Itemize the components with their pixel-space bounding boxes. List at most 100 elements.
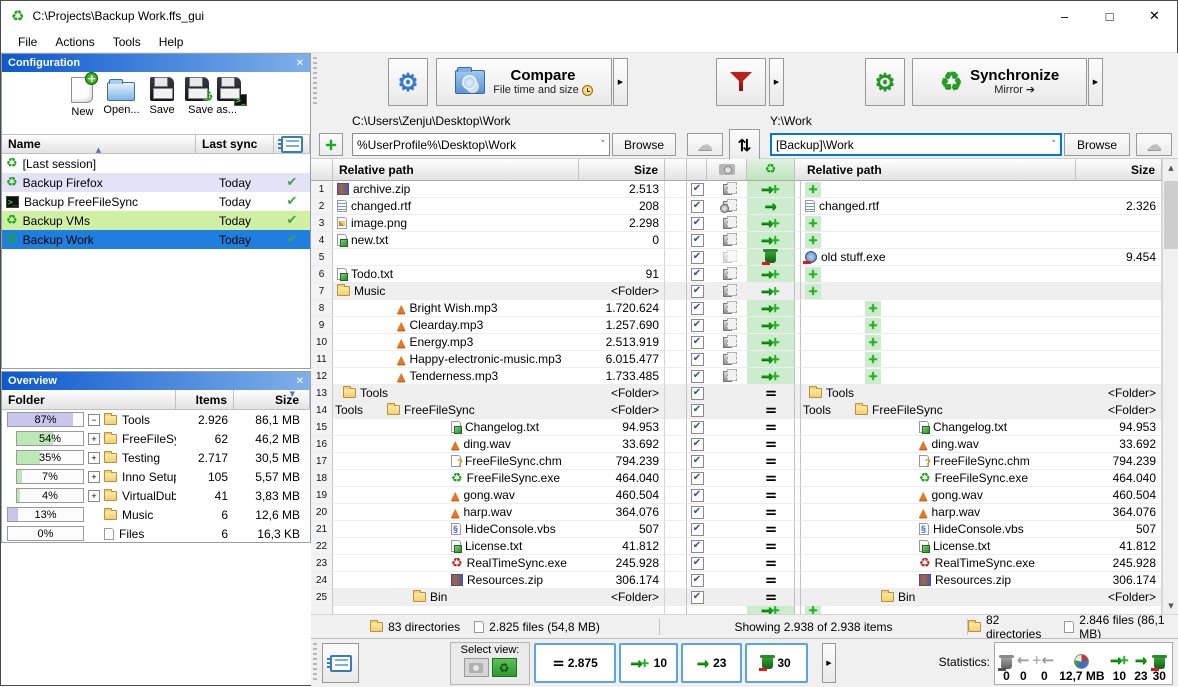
include-checkbox-cell[interactable]: ✔ [687,453,707,470]
grid-row[interactable]: 21HideConsole.vbs507✔=HideConsole.vbs507 [311,521,1178,538]
left-name-cell[interactable]: Music [333,283,579,300]
left-size-cell[interactable]: 208 [579,198,665,215]
left-name-cell[interactable]: ▲Clearday.mp3 [333,317,579,334]
include-checkbox-cell[interactable]: ✔ [687,521,707,538]
include-checkbox-cell[interactable]: ✔ [687,436,707,453]
right-folder-combo[interactable]: [Backup]\Work ˅ [770,133,1062,156]
include-checkbox[interactable]: ✔ [691,302,704,315]
scroll-down-icon[interactable]: ▼ [1163,597,1178,614]
left-name-cell[interactable] [333,249,579,266]
bottombar-gripper[interactable] [313,643,317,683]
minimize-button[interactable]: – [1042,1,1087,31]
overview-row[interactable]: 4%+VirtualDub413,83 MB [2,486,310,505]
expander-toggle[interactable]: + [88,433,100,445]
sync-action-cell[interactable]: →+ [747,215,795,232]
filter-button[interactable] [716,58,766,106]
grid-row[interactable]: 23♻RealTimeSync.exe245.928✔=♻RealTimeSyn… [311,555,1178,572]
left-size-cell[interactable]: <Folder> [579,589,665,606]
expander-toggle[interactable]: − [88,414,100,426]
filter-dropdown-arrow[interactable]: ▶ [769,58,784,106]
include-checkbox[interactable]: ✔ [691,319,704,332]
left-size-cell[interactable]: 364.076 [579,504,665,521]
expander-toggle[interactable]: + [88,452,100,464]
close-panel-icon[interactable]: ✕ [296,376,304,387]
left-name-cell[interactable]: ▲Tenderness.mp3 [333,368,579,385]
left-name-cell[interactable]: ♻FreeFileSync.exe [333,470,579,487]
right-name-cell[interactable]: + [801,266,1076,283]
right-relative-path-header[interactable]: Relative path [801,159,1076,181]
left-name-cell[interactable]: Bin [333,589,579,606]
include-checkbox[interactable]: ✔ [691,591,704,604]
sync-action-cell[interactable]: = [747,453,795,470]
left-size-cell[interactable]: 2.513 [579,181,665,198]
include-checkbox[interactable]: ✔ [691,217,704,230]
save-config-button[interactable]: Save [150,77,175,116]
include-checkbox-cell[interactable]: ✔ [687,538,707,555]
right-browse-button[interactable]: Browse [1064,133,1130,156]
right-size-cell[interactable] [1076,283,1162,300]
sync-action-cell[interactable]: = [747,589,795,606]
include-checkbox[interactable]: ✔ [691,421,704,434]
column-header-log[interactable] [274,135,310,154]
grid-row[interactable]: 4new.txt0✔→++ [311,232,1178,249]
left-size-cell[interactable]: 2.298 [579,215,665,232]
scroll-up-icon[interactable]: ▲ [1163,159,1178,176]
include-checkbox[interactable]: ✔ [691,523,704,536]
left-size-cell[interactable]: 94.953 [579,419,665,436]
view-toggle-eq[interactable]: =2.875 [534,643,616,683]
left-size-cell[interactable]: <Folder> [579,402,665,419]
right-name-cell[interactable]: License.txt [801,538,1076,555]
include-checkbox[interactable]: ✔ [691,489,704,502]
left-name-cell[interactable]: Todo.txt [333,266,579,283]
include-checkbox[interactable]: ✔ [691,438,704,451]
right-size-cell[interactable]: 507 [1076,521,1162,538]
left-size-cell[interactable]: 460.504 [579,487,665,504]
view-toggle-trash[interactable]: 30 [745,643,808,683]
include-checkbox-cell[interactable]: ✔ [687,589,707,606]
sync-action-cell[interactable]: →+ [747,266,795,283]
left-name-cell[interactable]: ♻RealTimeSync.exe [333,555,579,572]
include-checkbox[interactable]: ✔ [691,268,704,281]
config-row[interactable]: >_Backup FreeFileSyncToday✔ [2,192,310,211]
sync-action-cell[interactable]: →+ [747,317,795,334]
right-size-cell[interactable] [1076,368,1162,385]
grid-row[interactable]: 16▲ding.wav33.692✔=▲ding.wav33.692 [311,436,1178,453]
include-checkbox-cell[interactable]: ✔ [687,198,707,215]
include-checkbox-cell[interactable]: ✔ [687,232,707,249]
include-checkbox[interactable]: ✔ [691,472,704,485]
column-header-last-sync[interactable]: Last sync [196,135,274,154]
sync-action-cell[interactable]: →+ [747,606,795,614]
left-relative-path-header[interactable]: Relative path [333,159,579,181]
left-name-cell[interactable]: ▲Happy-electronic-music.mp3 [333,351,579,368]
right-name-cell[interactable]: Bin [801,589,1076,606]
column-header-name[interactable]: Name▲ [2,135,196,154]
right-cloud-button[interactable]: ☁ [1136,133,1172,156]
left-name-cell[interactable]: ToolsFreeFileSync [333,402,579,419]
right-name-cell[interactable]: + [801,351,1076,368]
right-size-cell[interactable]: 464.040 [1076,470,1162,487]
left-name-cell[interactable]: ▲harp.wav [333,504,579,521]
right-size-cell[interactable]: 245.928 [1076,555,1162,572]
left-size-cell[interactable]: 1.720.624 [579,300,665,317]
view-toggle-arrow[interactable]: →23 [681,643,742,683]
include-checkbox-cell[interactable]: ✔ [687,351,707,368]
synchronize-button[interactable]: ♻ Synchronize Mirror➔ [912,58,1087,106]
right-name-cell[interactable]: + [801,317,1076,334]
include-checkbox-cell[interactable]: ✔ [687,317,707,334]
add-folder-pair-button[interactable]: + [319,133,343,156]
maximize-button[interactable]: □ [1087,1,1132,31]
preview-column-header[interactable] [707,159,747,181]
vertical-scrollbar[interactable]: ▲ ▼ [1162,159,1178,614]
sync-action-cell[interactable]: →+ [747,232,795,249]
right-size-cell[interactable]: <Folder> [1076,402,1162,419]
include-checkbox-cell[interactable]: ✔ [687,470,707,487]
left-name-cell[interactable]: FreeFileSync.chm [333,453,579,470]
left-name-cell[interactable]: changed.rtf [333,198,579,215]
include-checkbox-cell[interactable]: ✔ [687,487,707,504]
right-name-cell[interactable]: ♻FreeFileSync.exe [801,470,1076,487]
column-header-folder[interactable]: Folder [2,390,176,410]
right-name-cell[interactable]: + [801,334,1076,351]
include-checkbox[interactable]: ✔ [691,557,704,570]
include-checkbox-cell[interactable]: ✔ [687,572,707,589]
sync-action-cell[interactable]: = [747,538,795,555]
